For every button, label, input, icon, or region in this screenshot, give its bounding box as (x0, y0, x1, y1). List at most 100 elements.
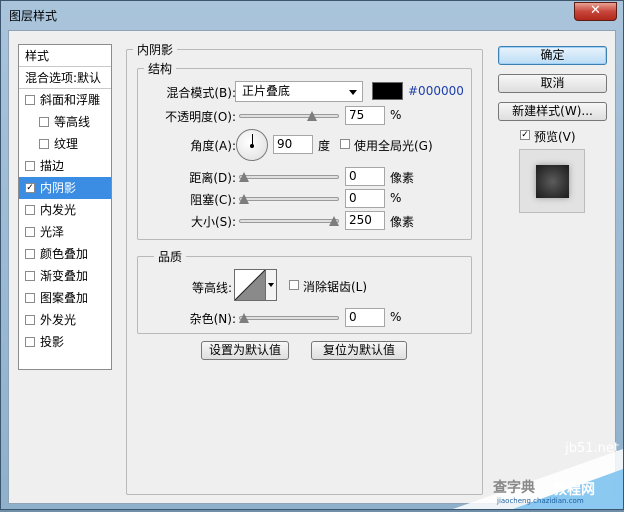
ok-button[interactable]: 确定 (498, 46, 607, 65)
blending-options-item[interactable]: 混合选项:默认 (19, 67, 111, 89)
watermark: jb51.net 查字典 教程网 jiaocheng.chazidian.com (453, 439, 623, 509)
opacity-input[interactable]: 75 (345, 106, 385, 125)
style-item[interactable]: 描边 (19, 155, 111, 177)
style-item[interactable]: 颜色叠加 (19, 243, 111, 265)
style-item[interactable]: 渐变叠加 (19, 265, 111, 287)
style-item[interactable]: 图案叠加 (19, 287, 111, 309)
opacity-unit: % (390, 108, 402, 122)
style-item-checkbox[interactable] (25, 315, 35, 325)
noise-slider[interactable] (239, 313, 339, 325)
style-item-checkbox[interactable] (25, 293, 35, 303)
anti-alias-label[interactable]: 消除锯齿(L) (303, 278, 367, 295)
style-item-label: 等高线 (54, 115, 91, 129)
global-light-checkbox[interactable] (340, 139, 350, 149)
style-item[interactable]: 外发光 (19, 309, 111, 331)
distance-input[interactable]: 0 (345, 167, 385, 186)
size-slider-thumb[interactable] (329, 216, 339, 226)
style-item[interactable]: 等高线 (19, 111, 111, 133)
color-hex: #000000 (408, 84, 464, 98)
noise-slider-thumb[interactable] (239, 313, 249, 323)
contour-label: 等高线: (191, 281, 232, 295)
style-item-label: 外发光 (40, 313, 77, 327)
styles-list-header[interactable]: 样式 (19, 45, 111, 67)
styles-list: 样式 混合选项:默认 斜面和浮雕等高线纹理 描边 ✓ 内阴影内发光光泽 颜色叠加 渐变叠加… (18, 44, 112, 370)
angle-label: 角度(A): (190, 139, 236, 153)
shadow-color-swatch[interactable] (372, 82, 403, 100)
close-icon: ✕ (590, 3, 601, 18)
style-item-checkbox[interactable] (25, 95, 35, 105)
preview-checkbox[interactable]: ✓ (520, 130, 530, 140)
opacity-slider-thumb[interactable] (306, 111, 317, 121)
size-slider[interactable] (239, 216, 339, 228)
opacity-slider[interactable] (239, 111, 339, 123)
contour-dropdown[interactable] (266, 269, 277, 301)
opacity-label: 不透明度(O): (165, 110, 236, 124)
chevron-down-icon (349, 90, 357, 95)
angle-input[interactable]: 90 (273, 135, 313, 154)
distance-unit: 像素 (390, 171, 415, 185)
anti-alias-checkbox[interactable] (289, 280, 299, 290)
watermark-site: jb51.net (565, 441, 619, 456)
style-item-checkbox[interactable] (25, 205, 35, 215)
watermark-line3: jiaocheng.chazidian.com (497, 497, 584, 505)
noise-slider-track (239, 316, 339, 320)
close-button[interactable]: ✕ (574, 2, 617, 21)
choke-slider-thumb[interactable] (239, 194, 249, 204)
style-item[interactable]: ✓ 内阴影 (19, 177, 111, 199)
style-preview (519, 149, 585, 213)
style-item[interactable]: 纹理 (19, 133, 111, 155)
size-unit: 像素 (390, 215, 415, 229)
choke-input[interactable]: 0 (345, 189, 385, 208)
global-light-label[interactable]: 使用全局光(G) (354, 137, 433, 154)
style-item-label: 内阴影 (40, 181, 77, 195)
style-item-checkbox[interactable]: ✓ (25, 183, 35, 193)
distance-slider-thumb[interactable] (239, 172, 249, 182)
style-item-checkbox[interactable] (25, 271, 35, 281)
contour-picker[interactable] (234, 269, 266, 301)
distance-slider[interactable] (239, 172, 339, 184)
style-item-label: 内发光 (40, 203, 77, 217)
quality-group: 品质 等高线: 消除锯齿(L) 杂色(N): 0 % (137, 248, 472, 334)
style-item-checkbox[interactable] (25, 249, 35, 259)
title-bar[interactable]: 图层样式 ✕ (1, 1, 623, 29)
style-item-label: 投影 (40, 335, 65, 349)
angle-dial-center (250, 144, 254, 148)
choke-slider[interactable] (239, 194, 339, 206)
layer-style-dialog: 图层样式 ✕ 样式 混合选项:默认 斜面和浮雕等高线纹理 描边 ✓ 内阴影内发光光泽颜… (0, 0, 624, 510)
size-input[interactable]: 250 (345, 211, 385, 230)
structure-title: 结构 (144, 60, 177, 77)
make-default-button[interactable]: 设置为默认值 (201, 341, 289, 360)
style-item[interactable]: 光泽 (19, 221, 111, 243)
choke-label: 阻塞(C): (190, 193, 236, 207)
style-item[interactable]: 投影 (19, 331, 111, 353)
style-item-checkbox[interactable] (39, 117, 49, 127)
style-item-checkbox[interactable] (25, 227, 35, 237)
style-item-label: 图案叠加 (40, 291, 89, 305)
distance-slider-track (239, 175, 339, 179)
inner-shadow-panel: 内阴影 结构 混合模式(B): 正片叠底 #000000 不透明度(O): 75… (126, 41, 483, 495)
angle-dial[interactable] (236, 129, 268, 161)
blend-mode-select[interactable]: 正片叠底 (235, 81, 363, 102)
angle-unit: 度 (318, 139, 331, 153)
reset-default-button[interactable]: 复位为默认值 (311, 341, 407, 360)
cancel-button[interactable]: 取消 (498, 74, 607, 93)
preview-label[interactable]: 预览(V) (534, 128, 576, 145)
style-item-checkbox[interactable] (25, 161, 35, 171)
style-item[interactable]: 斜面和浮雕 (19, 89, 111, 111)
inner-shadow-title: 内阴影 (133, 41, 178, 58)
watermark-line1: 查字典 (493, 480, 535, 496)
distance-label: 距离(D): (189, 171, 236, 185)
chevron-down-icon (268, 283, 274, 287)
style-item-checkbox[interactable] (25, 337, 35, 347)
choke-unit: % (390, 191, 402, 205)
noise-unit: % (390, 310, 402, 324)
preview-swatch (536, 165, 569, 198)
noise-input[interactable]: 0 (345, 308, 385, 327)
dialog-client-area: 样式 混合选项:默认 斜面和浮雕等高线纹理 描边 ✓ 内阴影内发光光泽 颜色叠加 渐变叠加… (8, 30, 616, 504)
new-style-button[interactable]: 新建样式(W)... (498, 102, 607, 121)
contour-curve-icon (234, 269, 266, 301)
blend-mode-label: 混合模式(B): (166, 86, 236, 100)
quality-title: 品质 (154, 248, 187, 265)
style-item-checkbox[interactable] (39, 139, 49, 149)
style-item[interactable]: 内发光 (19, 199, 111, 221)
